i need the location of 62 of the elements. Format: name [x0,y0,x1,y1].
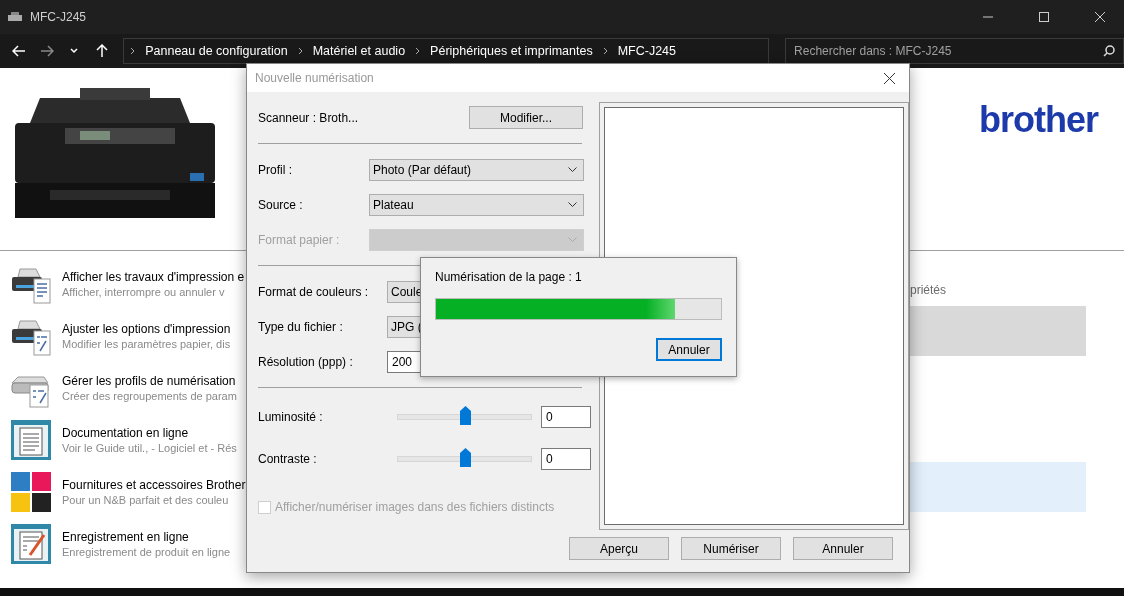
chevron-icon [415,47,421,55]
breadcrumb[interactable]: Matériel et audio [312,44,406,58]
close-icon [1095,12,1105,22]
task-link[interactable]: Fournitures et accessoires Brother [62,478,246,492]
dialog-button[interactable]: Aperçu [569,537,669,560]
breadcrumb[interactable]: Périphériques et imprimantes [430,44,593,58]
checkbox-label: Afficher/numériser images dans des fichiers distincts [275,500,555,514]
chevron-down-icon [568,237,577,242]
breadcrumb[interactable]: MFC-J245 [617,44,676,58]
dialog-title: Nouvelle numérisation [255,71,374,85]
task-description: Enregistrement de produit en ligne [62,546,231,558]
task-description: Afficher, interrompre ou annuler v [62,286,226,298]
chevron-icon [297,47,303,55]
scanner-label: Scanneur : Broth... [258,110,360,125]
search-icon [1103,45,1116,57]
maximize-icon [1039,12,1049,22]
chevron-down-icon [70,48,79,54]
field-label: Format papier : [258,232,341,247]
printer-icon [8,12,22,22]
breadcrumb[interactable]: Panneau de configuration [145,44,288,58]
cancel-button[interactable]: Annuler [656,338,722,361]
ink-cartridges-icon [10,471,52,513]
back-arrow-icon [11,45,26,57]
slider-thumb[interactable] [459,448,471,467]
slider-thumb[interactable] [459,406,471,425]
value-field[interactable]: 0 [541,406,591,428]
value-field[interactable]: 0 [541,448,591,470]
task-link[interactable]: Ajuster les options d'impression [62,322,231,336]
task-description: Voir le Guide util., - Logiciel et - Rés [62,442,237,454]
chevron-down-icon [568,202,577,207]
task-description: Pour un N&B parfait et des couleu [62,494,230,506]
close-icon [883,72,895,84]
modify-button[interactable]: Modifier... [469,106,583,129]
task-description: Créer des regroupements de param [62,390,237,402]
field-label: Profil : [258,162,293,177]
slider-label: Contraste : [258,452,318,466]
up-arrow-icon [96,44,109,58]
task-link[interactable]: Gérer les profils de numérisation [62,374,237,388]
task-link[interactable]: Enregistrement en ligne [62,530,231,544]
dropdown[interactable]: Plateau [369,193,584,216]
progress-message: Numérisation de la page : 1 [435,270,583,284]
chevron-down-icon [568,167,577,172]
dropdown[interactable]: Photo (Par défaut) [369,158,584,181]
field-label: Type du fichier : [258,319,344,334]
document-icon [10,419,52,461]
task-description: Modifier les paramètres papier, dis [62,338,231,350]
brand-logo: brother [979,102,1098,138]
window-title: MFC-J245 [30,10,87,24]
dialog-button[interactable]: Annuler [793,537,893,560]
task-link[interactable]: Afficher les travaux d'impression e [62,270,245,284]
field-label: Format de couleurs : [258,284,370,299]
field-label: Résolution (ppp) : [258,354,354,369]
chevron-icon [602,47,608,55]
forward-arrow-icon [39,45,54,57]
chevron-icon [130,47,136,55]
dialog-button[interactable]: Numériser [681,537,781,560]
address-field[interactable]: Panneau de configuration Matériel et audio Périphériques et imprimantes MFC-J245 [123,38,770,64]
task-link[interactable]: Documentation en ligne [62,426,237,440]
slider-label: Luminosité : [258,410,324,424]
form-icon [10,523,52,565]
field-label: Source : [258,197,304,212]
properties-text: priétés [910,283,948,297]
